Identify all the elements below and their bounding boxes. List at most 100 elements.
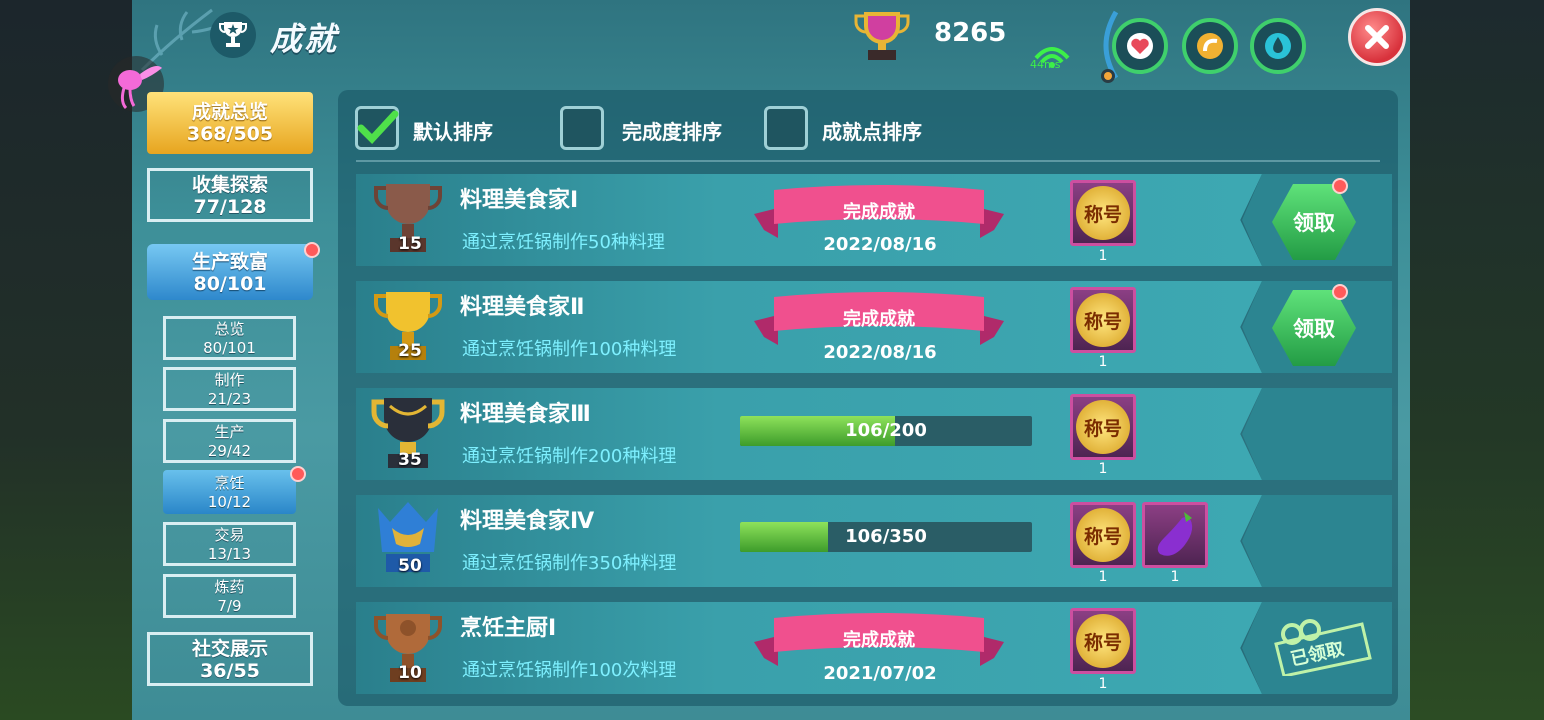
title-reward[interactable]: 称号 (1070, 502, 1136, 568)
subnav-count: 13/13 (207, 545, 252, 563)
nav-collect-label: 收集探索 (191, 174, 268, 196)
achievement-row-end (1242, 388, 1392, 480)
ping-text: 44ms (1030, 58, 1061, 71)
achievement-description: 通过烹饪锅制作350种料理 (462, 553, 677, 574)
notification-dot (1332, 178, 1348, 194)
divider (356, 160, 1380, 162)
achievement-description: 通过烹饪锅制作100次料理 (462, 660, 677, 681)
progress-text: 106/200 (845, 420, 927, 441)
background-right (1410, 0, 1544, 720)
completion-date: 2022/08/16 (823, 234, 937, 255)
completion-date: 2022/08/16 (823, 342, 937, 363)
achievement-description: 通过烹饪锅制作50种料理 (462, 232, 665, 253)
nav-social-display[interactable]: 社交展示 36/55 (147, 632, 313, 686)
sort-points-checkbox[interactable] (764, 106, 808, 150)
subnav-count: 80/101 (203, 339, 256, 357)
nav-social-label: 社交展示 (191, 638, 268, 660)
sort-points-label: 成就点排序 (822, 120, 922, 144)
reward-label: 称号 (1076, 293, 1130, 347)
reward-count: 1 (1098, 676, 1108, 692)
achievement-title: 料理美食家Ⅱ (460, 295, 585, 320)
progress-bar: 106/350 (740, 522, 1032, 552)
nav-overview-label: 成就总览 (191, 101, 268, 123)
achievement-level: 35 (398, 450, 422, 470)
achievement-title: 烹饪主厨Ⅰ (460, 616, 557, 641)
food-icon (1197, 33, 1223, 59)
title-reward[interactable]: 称号 (1070, 394, 1136, 460)
page-title: 成就 (270, 20, 339, 58)
reward-count: 1 (1098, 461, 1108, 477)
achievement-level: 10 (398, 663, 422, 683)
subnav-count: 29/42 (207, 442, 252, 460)
reward-label: 称号 (1076, 614, 1130, 668)
achievement-description: 通过烹饪锅制作100种料理 (462, 339, 677, 360)
hunger-stat[interactable] (1182, 18, 1238, 74)
nav-overview[interactable]: 成就总览 368/505 (147, 92, 313, 154)
progress-bar: 106/200 (740, 416, 1032, 446)
reward-label: 称号 (1076, 186, 1130, 240)
subnav-overview[interactable]: 总览 80/101 (163, 316, 296, 360)
subnav-label: 烹饪 (214, 474, 245, 492)
trophy-icon (210, 12, 256, 58)
eggplant-icon (1157, 512, 1193, 556)
title-reward[interactable]: 称号 (1070, 287, 1136, 353)
close-icon (1365, 25, 1389, 49)
notification-dot (304, 242, 320, 258)
nav-produce-label: 生产致富 (191, 251, 268, 273)
nav-produce[interactable]: 生产致富 80/101 (147, 244, 313, 300)
subnav-alchemy[interactable]: 炼药 7/9 (163, 574, 296, 618)
subnav-count: 21/23 (207, 390, 252, 408)
subnav-label: 总览 (214, 320, 245, 338)
completed-status: 完成成就 (843, 309, 915, 330)
close-button[interactable] (1348, 8, 1406, 66)
completed-status: 完成成就 (843, 202, 915, 223)
reward-count: 1 (1098, 569, 1108, 585)
sort-default-checkbox[interactable] (355, 106, 399, 150)
nav-overview-count: 368/505 (186, 123, 274, 145)
subnav-count: 7/9 (217, 597, 242, 615)
progress-text: 106/350 (845, 526, 927, 547)
sort-default-label: 默认排序 (413, 120, 493, 144)
reward-count: 1 (1170, 569, 1180, 585)
achievement-title: 料理美食家Ⅳ (460, 509, 595, 534)
completed-status: 完成成就 (843, 630, 915, 651)
achievement-row-end (1242, 495, 1392, 587)
water-stat[interactable] (1250, 18, 1306, 74)
achievement-title: 料理美食家Ⅰ (460, 188, 579, 213)
subnav-cooking[interactable]: 烹饪 10/12 (163, 470, 296, 514)
title-reward[interactable]: 称号 (1070, 180, 1136, 246)
achievement-points-cup-icon (854, 12, 910, 60)
reward-label: 称号 (1076, 400, 1130, 454)
subnav-count: 10/12 (207, 493, 252, 511)
nav-social-count: 36/55 (200, 660, 260, 682)
reward-label: 称号 (1076, 508, 1130, 562)
notification-dot (290, 466, 306, 482)
eggplant-reward[interactable] (1142, 502, 1208, 568)
achievement-points-value: 8265 (934, 18, 1007, 48)
water-drop-icon (1265, 33, 1291, 59)
health-stat[interactable] (1112, 18, 1168, 74)
completion-date: 2021/07/02 (823, 663, 937, 684)
checkmark-icon (357, 110, 399, 145)
reward-count: 1 (1098, 354, 1108, 370)
title-reward[interactable]: 称号 (1070, 608, 1136, 674)
sort-completion-label: 完成度排序 (622, 120, 722, 144)
subnav-label: 生产 (214, 423, 245, 441)
nav-collect-explore[interactable]: 收集探索 77/128 (147, 168, 313, 222)
subnav-label: 制作 (214, 371, 245, 389)
reward-count: 1 (1098, 248, 1108, 264)
subnav-production[interactable]: 生产 29/42 (163, 419, 296, 463)
subnav-trading[interactable]: 交易 13/13 (163, 522, 296, 566)
sort-completion-checkbox[interactable] (560, 106, 604, 150)
heart-icon (1127, 33, 1153, 59)
achievement-description: 通过烹饪锅制作200种料理 (462, 446, 677, 467)
achievement-level: 25 (398, 341, 422, 361)
achievement-level: 50 (398, 556, 422, 576)
subnav-label: 交易 (214, 526, 245, 544)
achievement-title: 料理美食家Ⅲ (460, 402, 591, 427)
nav-collect-count: 77/128 (193, 196, 267, 218)
subnav-crafting[interactable]: 制作 21/23 (163, 367, 296, 411)
nav-produce-count: 80/101 (193, 273, 267, 295)
achievement-level: 15 (398, 234, 422, 254)
notification-dot (1332, 284, 1348, 300)
